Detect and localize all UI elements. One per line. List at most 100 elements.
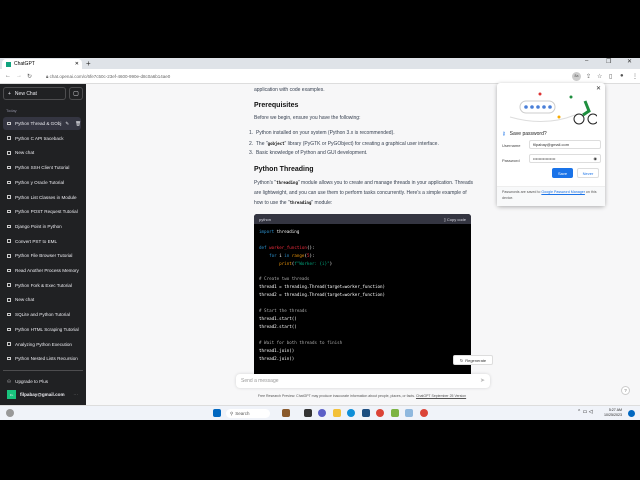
side-panel-icon[interactable]: ▯ — [609, 73, 612, 80]
version-link[interactable]: ChatGPT September 25 Version — [416, 394, 466, 398]
password-field[interactable]: •••••••••••••••• ◉ — [529, 154, 601, 163]
weather-icon[interactable] — [282, 409, 290, 417]
chat-title: Analyzing Python Execution — [15, 341, 72, 347]
chat-icon — [7, 151, 11, 155]
share-icon[interactable]: ⇪ — [586, 73, 591, 80]
sidebar-chat-item[interactable]: Python Nested Lists Recursion — [3, 352, 81, 365]
save-button[interactable]: Save — [552, 168, 573, 178]
chat-title: SQLite and Python Tutorial — [15, 312, 70, 318]
app-icon[interactable] — [391, 409, 399, 417]
close-window-button[interactable]: ✕ — [627, 58, 632, 65]
chat-title: Python Thread & GObj — [15, 121, 62, 126]
sidebar-chat-item[interactable]: Python SSH Client Tutorial — [3, 161, 81, 174]
more-icon[interactable]: ··· — [73, 392, 78, 397]
chat-icon — [7, 283, 11, 287]
chat-icon — [7, 136, 11, 140]
sidebar: + New Chat ▢ Today Python Thread & GObj ✎ 🗑… — [0, 84, 86, 405]
url-input[interactable]: 🔒︎ chat.openai.com/c/6fe7c50c-23ef-4600-… — [38, 72, 538, 81]
eye-icon[interactable]: ◉ — [594, 156, 598, 161]
notification-icon[interactable] — [628, 410, 635, 417]
sidebar-chat-item[interactable]: New chat — [3, 293, 81, 306]
toggle-sidebar-button[interactable]: ▢ — [69, 87, 83, 100]
minimize-button[interactable]: – — [585, 58, 588, 64]
prereq-list: 1. Python installed on your system (Pyth… — [249, 129, 474, 159]
profile-icon[interactable]: ● — [620, 73, 624, 79]
trash-icon[interactable]: 🗑︎ — [75, 121, 81, 127]
never-button[interactable]: Never — [577, 168, 599, 178]
chrome-icon[interactable] — [376, 409, 384, 417]
user-menu[interactable]: FL filpabay@gmail.com ··· — [3, 387, 81, 402]
store-icon[interactable] — [362, 409, 370, 417]
new-chat-button[interactable]: + New Chat — [3, 87, 66, 100]
sidebar-chat-item[interactable]: Python y Oracle Tutorial — [3, 176, 81, 189]
taskbar-search[interactable]: ⚲ Search — [226, 409, 270, 418]
avatar: FL — [7, 390, 16, 399]
username-field[interactable]: filpabay@gmail.com — [529, 140, 601, 149]
chat-icon — [7, 268, 11, 273]
sidebar-chat-item[interactable]: Analyzing Python Execution — [3, 338, 81, 351]
copy-code-button[interactable]: ▯ Copy code — [444, 217, 466, 222]
windows-start-icon[interactable] — [213, 409, 221, 417]
sidebar-chat-item[interactable]: Python List Classes in Module — [3, 191, 81, 204]
clock[interactable]: 5:27 AM 10/25/2023 — [604, 408, 622, 418]
address-bar-row: ← → ↻ 🔒︎ chat.openai.com/c/6fe7c50c-23ef… — [0, 69, 640, 84]
chat-icon — [7, 239, 11, 243]
edit-icon[interactable]: ✎ — [65, 121, 69, 127]
taskbar: ⚲ Search ⌃ ▭ ◁ 5:27 AM 10/25/2023 — [0, 405, 640, 420]
new-tab-button[interactable]: + — [86, 59, 91, 68]
maximize-button[interactable]: ❐ — [606, 58, 611, 65]
sidebar-chat-item[interactable]: Python HTML Scraping Tutorial — [3, 323, 81, 336]
reload-icon[interactable]: ↻ — [27, 73, 32, 80]
sidebar-chat-item[interactable]: Python Fork & Exec Tutorial — [3, 279, 81, 292]
heading-python-threading: Python Threading — [254, 166, 314, 173]
menu-icon[interactable]: ⋮ — [632, 73, 638, 80]
user-icon: ⚇ — [7, 378, 12, 384]
chrome-active-icon[interactable] — [420, 409, 428, 417]
chat-title: Python SSH Client Tutorial — [15, 165, 70, 171]
file-explorer-icon[interactable] — [333, 409, 341, 417]
sidebar-chat-item[interactable]: Python POST Request Tutorial — [3, 205, 81, 218]
chat-icon — [7, 121, 11, 126]
url-text: chat.openai.com/c/6fe7c50c-23ef-4600-990… — [49, 74, 171, 79]
sidebar-chat-item[interactable]: Convert PST to EML — [3, 235, 81, 248]
widgets-icon[interactable] — [6, 409, 14, 417]
sidebar-chat-item[interactable]: Django Point in Python — [3, 220, 81, 233]
send-icon[interactable]: ➤ — [480, 377, 485, 384]
popup-title: Save password? — [509, 131, 547, 137]
chat-icon — [7, 342, 11, 346]
message-input[interactable]: Send a message ➤ — [236, 374, 490, 388]
chat-icon — [7, 356, 11, 361]
password-manager-link[interactable]: Google Password Manager — [541, 190, 585, 194]
task-view-icon[interactable] — [304, 409, 312, 417]
chat-icon — [7, 224, 11, 229]
forward-icon[interactable]: → — [16, 73, 22, 79]
list-item: 3. Basic knowledge of Python and GUI dev… — [249, 150, 368, 156]
sidebar-chat-item[interactable]: New chat — [3, 146, 81, 159]
regenerate-button[interactable]: ↻ Regenerate — [453, 355, 493, 365]
sidebar-chat-item[interactable]: Python C API traceback — [3, 132, 81, 145]
chat-app-icon[interactable] — [318, 409, 326, 417]
close-tab-icon[interactable]: ✕ — [75, 61, 79, 67]
chat-title: Python Fork & Exec Tutorial — [15, 282, 72, 288]
password-key-icon[interactable]: 8a — [572, 72, 581, 81]
section-label: Today — [6, 108, 17, 113]
divider — [3, 370, 83, 371]
username-value: filpabay@gmail.com — [533, 142, 570, 147]
app-icon[interactable] — [405, 409, 413, 417]
tray-icons[interactable]: ⌃ ▭ ◁ — [577, 409, 593, 415]
chat-title: Python File Browser Tutorial — [15, 253, 73, 259]
back-icon[interactable]: ← — [5, 73, 11, 79]
chat-title: Convert PST to EML — [15, 238, 58, 244]
sidebar-chat-item[interactable]: Python File Browser Tutorial — [3, 249, 81, 262]
chat-icon — [7, 165, 11, 170]
sidebar-chat-item[interactable]: SQLite and Python Tutorial — [3, 308, 81, 321]
bookmark-star-icon[interactable]: ☆ — [597, 73, 602, 80]
code-language: python — [259, 216, 272, 222]
edge-icon[interactable] — [347, 409, 355, 417]
sidebar-chat-item[interactable]: Python Thread & GObj ✎ 🗑︎ — [3, 117, 81, 130]
upgrade-label: Upgrade to Plus — [15, 379, 49, 384]
browser-tab[interactable]: ChatGPT ✕ — [2, 59, 82, 69]
sidebar-chat-item[interactable]: Read Another Process Memory — [3, 264, 81, 277]
help-button[interactable]: ? — [621, 386, 630, 395]
new-chat-label: New Chat — [14, 90, 37, 97]
